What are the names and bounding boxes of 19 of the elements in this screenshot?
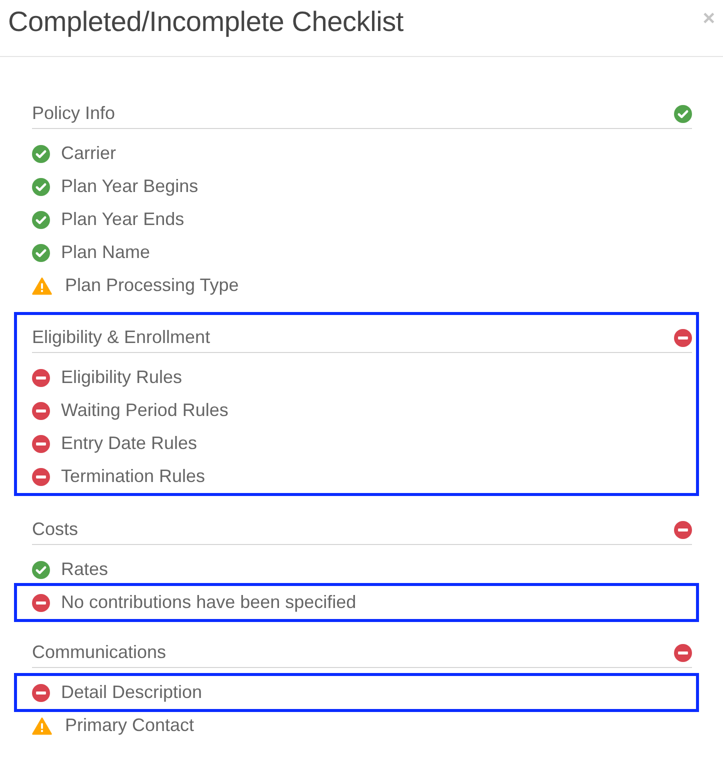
checklist-item-label: Primary Contact xyxy=(65,714,194,737)
checklist-item-label: Plan Year Ends xyxy=(61,208,184,231)
checklist-item-label: Entry Date Rules xyxy=(61,432,198,455)
checklist-item-label: Carrier xyxy=(61,142,116,165)
checklist-item-label: Eligibility Rules xyxy=(61,366,182,389)
checklist-item-label: Plan Year Begins xyxy=(61,175,198,198)
checklist-item-label: Plan Processing Type xyxy=(65,274,239,297)
close-button[interactable]: × xyxy=(700,8,717,30)
section-title: Policy Info xyxy=(32,102,116,125)
section-title: Communications xyxy=(32,641,166,664)
section-title: Eligibility & Enrollment xyxy=(32,326,210,349)
checklist-item-label: Plan Name xyxy=(61,241,150,264)
checklist-item-label: Detail Description xyxy=(61,681,202,704)
checklist-item-label: No contributions have been specified xyxy=(61,591,356,614)
checklist-item-label: Waiting Period Rules xyxy=(61,399,228,422)
checklist-item-label: Rates xyxy=(61,558,108,581)
dialog-title: Completed/Incomplete Checklist xyxy=(8,6,404,38)
section-title: Costs xyxy=(32,518,78,541)
checklist-item-label: Termination Rules xyxy=(61,465,206,488)
